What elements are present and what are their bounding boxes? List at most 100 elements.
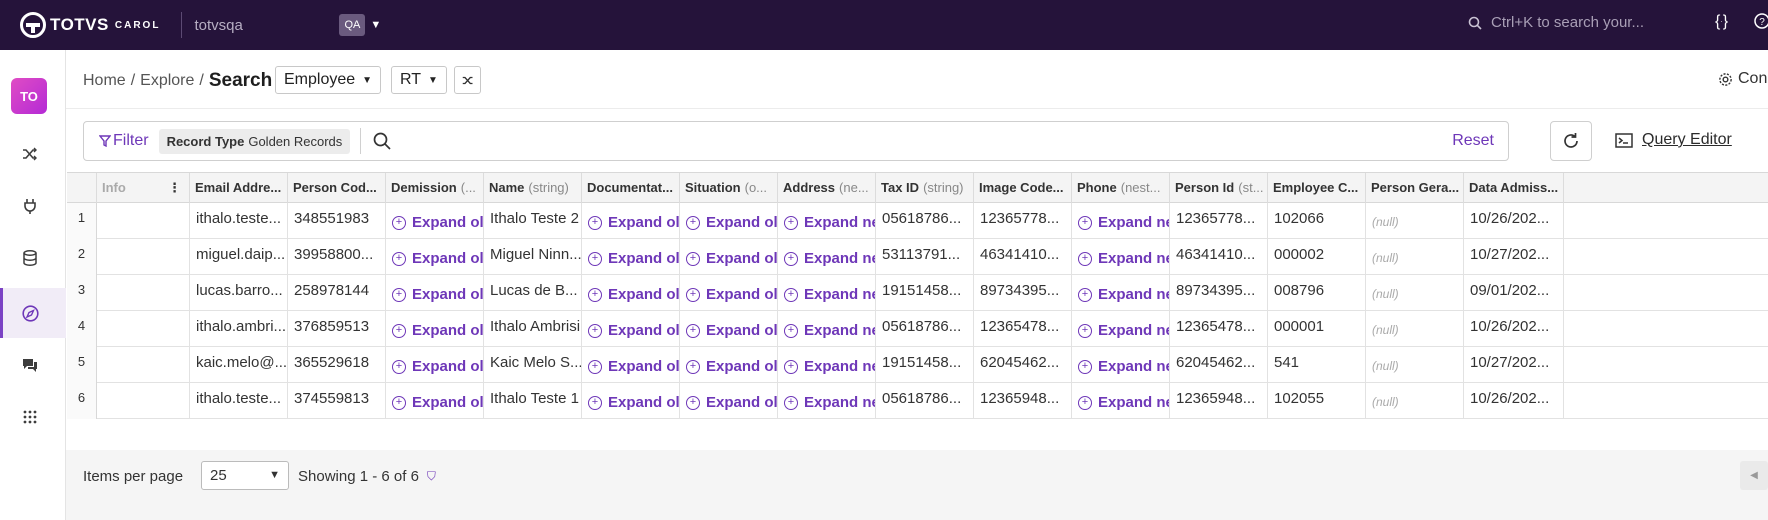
topbar-divider: [181, 12, 183, 38]
entity-select[interactable]: Employee ▼: [275, 66, 382, 94]
expand-object-button[interactable]: + Expand ol: [392, 318, 483, 339]
breadcrumb-home[interactable]: Home: [83, 72, 126, 90]
expand-object-cell: + Expand ne: [778, 383, 876, 419]
expand-object-button[interactable]: + Expand ol: [392, 390, 483, 411]
cell-email: kaic.melo@...: [190, 347, 288, 383]
column-header[interactable]: Person Cod...: [288, 173, 386, 203]
column-header[interactable]: Email Addre...: [190, 173, 288, 203]
table-row[interactable]: 4 ithalo.ambri... 376859513 + Expand ol Ithal…: [67, 311, 1768, 347]
tenant-name[interactable]: totvsqa: [194, 17, 344, 34]
table-row[interactable]: 3 lucas.barro... 258978144 + Expand ol Lucas …: [67, 275, 1768, 311]
table-row[interactable]: 5 kaic.melo@... 365529618 + Expand ol Kaic Me…: [67, 347, 1768, 383]
expand-object-button[interactable]: + Expand ol: [588, 354, 679, 375]
expand-object-button[interactable]: + Expand ol: [392, 210, 483, 231]
table-row[interactable]: 2 miguel.daip... 39958800... + Expand ol Migu…: [67, 239, 1768, 275]
env-badge[interactable]: QA: [339, 14, 366, 36]
header-divider: [66, 108, 1768, 109]
column-header[interactable]: Tax ID (string): [876, 173, 974, 203]
mode-select[interactable]: RT ▼: [391, 66, 447, 94]
expand-object-button[interactable]: + Expand ol: [588, 246, 679, 267]
row-number: 6: [67, 383, 97, 419]
help-icon[interactable]: ?: [1754, 13, 1768, 34]
expand-object-button[interactable]: + Expand ne: [784, 210, 875, 231]
column-header[interactable]: Phone (nest...: [1072, 173, 1170, 203]
record-type-chip[interactable]: Record Type Golden Records: [158, 128, 351, 154]
breadcrumb-explore[interactable]: Explore: [140, 72, 194, 90]
gear-icon: [1719, 72, 1732, 86]
expand-object-button[interactable]: + Expand ol: [392, 246, 483, 267]
expand-object-button[interactable]: + Expand ol: [686, 210, 777, 231]
column-header[interactable]: Person Id (st...: [1170, 173, 1268, 203]
chat-icon[interactable]: [18, 353, 42, 377]
expand-object-button[interactable]: + Expand ol: [588, 282, 679, 303]
plug-icon[interactable]: [18, 194, 42, 218]
expand-object-button[interactable]: + Expand ol: [392, 282, 483, 303]
plus-circle-icon: +: [784, 323, 798, 338]
column-header[interactable]: Person Gera...: [1366, 173, 1464, 203]
filter-button[interactable]: Filter: [99, 132, 149, 150]
column-header[interactable]: Name (string): [484, 173, 582, 203]
cell-tax: 53113791...: [876, 239, 974, 275]
expand-object-button[interactable]: + Expand ne: [784, 246, 875, 267]
cell-image: 12365948...: [974, 383, 1072, 419]
totvs-carol-logo[interactable]: TOTVS CAROL: [20, 12, 160, 38]
chip-value: Golden Records: [248, 133, 343, 149]
column-header[interactable]: Image Code...: [974, 173, 1072, 203]
expand-object-button[interactable]: + Expand ne: [1078, 210, 1169, 231]
expand-object-button[interactable]: + Expand ol: [686, 390, 777, 411]
expand-object-button[interactable]: + Expand ne: [784, 282, 875, 303]
plus-circle-icon: +: [392, 359, 406, 374]
compass-icon[interactable]: [18, 301, 42, 325]
previous-page-button[interactable]: ◀: [1740, 461, 1768, 490]
query-editor-link[interactable]: Query Editor: [1615, 131, 1732, 149]
expand-object-button[interactable]: + Expand ne: [1078, 246, 1169, 267]
column-header[interactable]: Address (ne...: [778, 173, 876, 203]
expand-object-button[interactable]: + Expand ne: [1078, 390, 1169, 411]
expand-object-button[interactable]: + Expand ne: [1078, 354, 1169, 375]
shuffle-icon[interactable]: [18, 142, 42, 166]
expand-object-button[interactable]: + Expand ol: [686, 246, 777, 267]
plus-circle-icon: +: [588, 215, 602, 230]
table-row[interactable]: 6 ithalo.teste... 374559813 + Expand ol Ithal…: [67, 383, 1768, 419]
column-header[interactable]: Info ⋮: [97, 173, 190, 203]
expand-object-button[interactable]: + Expand ol: [588, 210, 679, 231]
search-icon[interactable]: [373, 132, 391, 150]
env-dropdown-caret-icon[interactable]: ▼: [370, 19, 381, 31]
global-search[interactable]: Ctrl+K to search your...: [1468, 14, 1644, 31]
shuffle-button[interactable]: [454, 66, 481, 94]
column-header[interactable]: Employee C...: [1268, 173, 1366, 203]
expand-object-button[interactable]: + Expand ol: [588, 390, 679, 411]
mode-select-value: RT: [400, 71, 422, 88]
column-header[interactable]: Demission (...: [386, 173, 484, 203]
page-size-select[interactable]: 25 ▼: [201, 461, 289, 490]
expand-object-button[interactable]: + Expand ne: [784, 318, 875, 339]
column-header[interactable]: Documentat...: [582, 173, 680, 203]
plus-circle-icon: +: [392, 323, 406, 338]
column-header[interactable]: Data Admiss...: [1464, 173, 1564, 203]
column-header[interactable]: Situation (o...: [680, 173, 778, 203]
tenant-avatar[interactable]: TO: [11, 78, 47, 114]
braces-icon[interactable]: {·}: [1715, 13, 1728, 31]
cell-adm: 10/27/202...: [1464, 347, 1564, 383]
expand-object-cell: + Expand ne: [1072, 275, 1170, 311]
apps-grid-icon[interactable]: [18, 405, 42, 429]
expand-object-cell: + Expand ne: [1072, 203, 1170, 239]
reset-button[interactable]: Reset: [1452, 132, 1494, 150]
expand-object-button[interactable]: + Expand ol: [686, 282, 777, 303]
null-value: (null): [1366, 275, 1464, 311]
column-menu-icon[interactable]: ⋮: [168, 173, 181, 203]
table-row[interactable]: 1 ithalo.teste... 348551983 + Expand ol Ithal…: [67, 203, 1768, 239]
config-link[interactable]: Con: [1718, 70, 1767, 88]
expand-object-button[interactable]: + Expand ne: [784, 390, 875, 411]
refresh-button[interactable]: [1550, 121, 1592, 161]
expand-object-button[interactable]: + Expand ol: [686, 318, 777, 339]
expand-object-button[interactable]: + Expand ne: [784, 354, 875, 375]
expand-object-button[interactable]: + Expand ol: [686, 354, 777, 375]
database-icon[interactable]: [18, 246, 42, 270]
cell-pid: 12365478...: [1170, 311, 1268, 347]
expand-object-button[interactable]: + Expand ol: [392, 354, 483, 375]
expand-object-button[interactable]: + Expand ol: [588, 318, 679, 339]
expand-object-cell: + Expand ol: [680, 203, 778, 239]
expand-object-button[interactable]: + Expand ne: [1078, 318, 1169, 339]
expand-object-button[interactable]: + Expand ne: [1078, 282, 1169, 303]
